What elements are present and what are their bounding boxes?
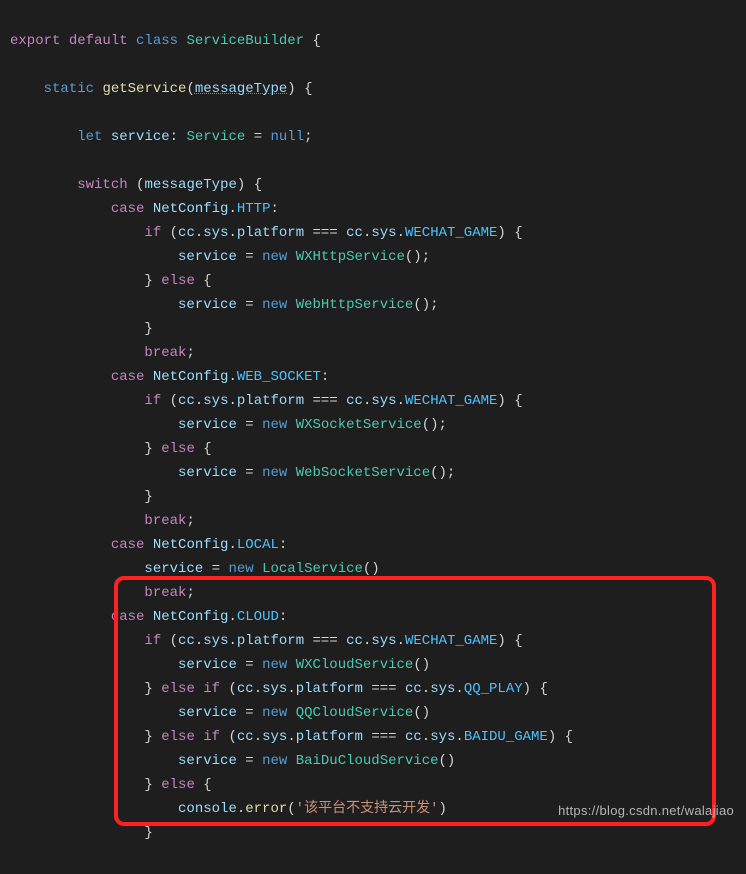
kw-default: default xyxy=(69,33,128,49)
kw-class: class xyxy=(136,33,178,49)
var-service: service xyxy=(111,129,170,145)
class-WebSocketService: WebSocketService xyxy=(296,465,430,481)
const-LOCAL: LOCAL xyxy=(237,537,279,553)
param-messageType: messageType xyxy=(195,81,287,97)
class-QQCloudService: QQCloudService xyxy=(296,705,414,721)
string-errormsg: '该平台不支持云开发' xyxy=(296,801,439,817)
kw-case: case xyxy=(111,201,145,217)
fn-error: error xyxy=(245,801,287,817)
kw-null: null xyxy=(271,129,305,145)
class-WXCloudService: WXCloudService xyxy=(296,657,414,673)
class-WXSocketService: WXSocketService xyxy=(296,417,422,433)
class-WXHttpService: WXHttpService xyxy=(296,249,405,265)
const-QQ_PLAY: QQ_PLAY xyxy=(464,681,523,697)
kw-switch: switch xyxy=(77,177,127,193)
class-LocalService: LocalService xyxy=(262,561,363,577)
const-HTTP: HTTP xyxy=(237,201,271,217)
const-BAIDU_GAME: BAIDU_GAME xyxy=(464,729,548,745)
watermark: https://blog.csdn.net/walajiao xyxy=(558,799,734,823)
code-pre: export default class ServiceBuilder { st… xyxy=(10,29,746,845)
class-WebHttpService: WebHttpService xyxy=(296,297,414,313)
code-block: export default class ServiceBuilder { st… xyxy=(0,0,746,874)
const-WEB_SOCKET: WEB_SOCKET xyxy=(237,369,321,385)
const-WECHAT_GAME: WECHAT_GAME xyxy=(405,225,497,241)
kw-let: let xyxy=(77,129,102,145)
const-CLOUD: CLOUD xyxy=(237,609,279,625)
class-ServiceBuilder: ServiceBuilder xyxy=(186,33,304,49)
fn-getService: getService xyxy=(102,81,186,97)
class-BaiDuCloudService: BaiDuCloudService xyxy=(296,753,439,769)
console: console xyxy=(178,801,237,817)
type-Service: Service xyxy=(186,129,245,145)
kw-static: static xyxy=(44,81,94,97)
kw-export: export xyxy=(10,33,60,49)
